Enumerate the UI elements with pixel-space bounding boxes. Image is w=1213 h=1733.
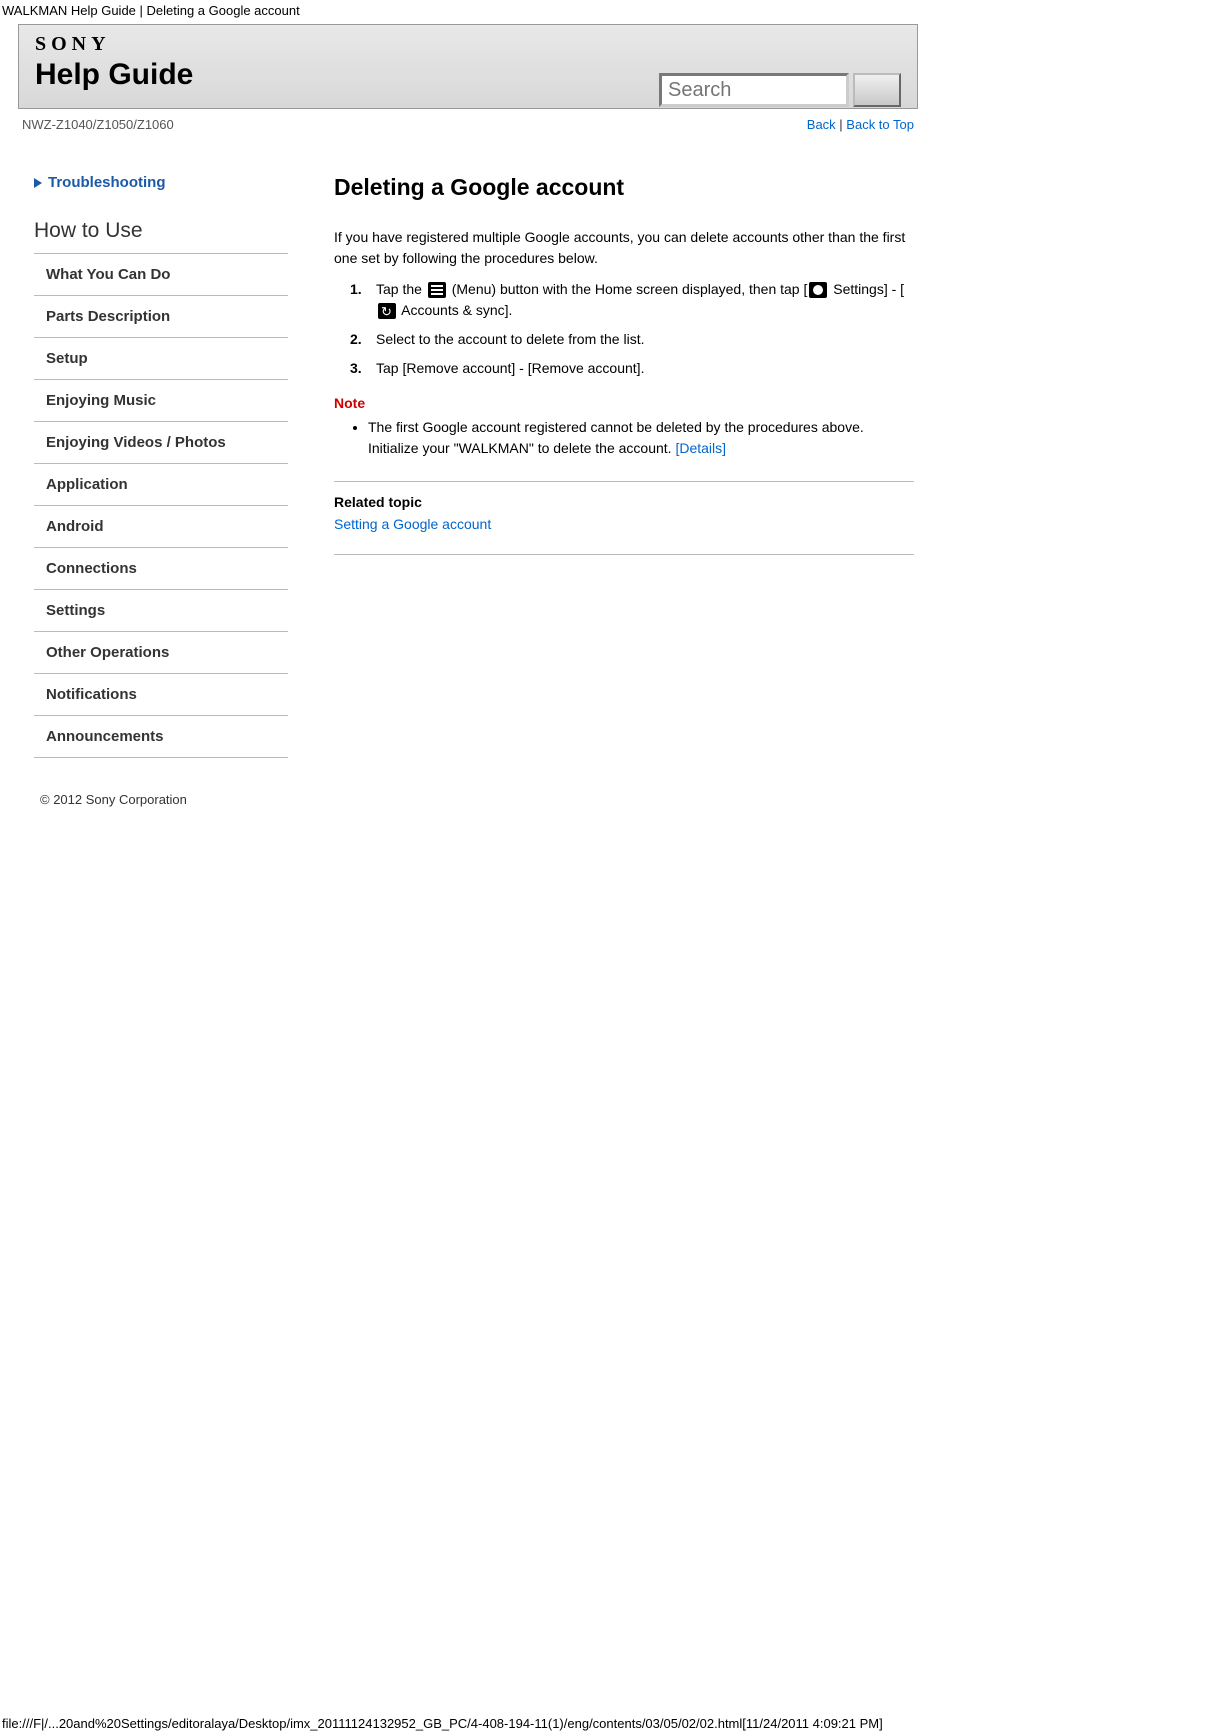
- howto-title: How to Use: [34, 219, 288, 254]
- content-area: Deleting a Google account If you have re…: [298, 174, 918, 758]
- sidebar-item-announcements[interactable]: Announcements: [34, 716, 288, 758]
- sidebar-item-label[interactable]: Setup: [34, 338, 288, 379]
- sidebar-item-label[interactable]: Other Operations: [34, 632, 288, 673]
- back-link[interactable]: Back: [807, 117, 836, 132]
- sidebar-item-label[interactable]: Announcements: [34, 716, 288, 757]
- divider: [334, 481, 914, 482]
- sidebar: Troubleshooting How to Use What You Can …: [18, 174, 298, 758]
- sidebar-item-connections[interactable]: Connections: [34, 548, 288, 590]
- sync-icon: [378, 303, 396, 319]
- menu-icon: [428, 282, 446, 298]
- gear-icon: [809, 282, 827, 298]
- link-separator: |: [836, 117, 847, 132]
- troubleshooting-row[interactable]: Troubleshooting: [34, 174, 288, 191]
- step-text: Settings] - [: [829, 281, 904, 297]
- sidebar-item-label[interactable]: Enjoying Music: [34, 380, 288, 421]
- step-number: 1.: [350, 279, 370, 321]
- search-area: [659, 73, 901, 107]
- sidebar-item-android[interactable]: Android: [34, 506, 288, 548]
- search-input[interactable]: [659, 73, 849, 107]
- note-text: The first Google account registered cann…: [368, 419, 864, 456]
- outer-container: SONY Help Guide NWZ-Z1040/Z1050/Z1060 Ba…: [18, 24, 918, 807]
- sidebar-item-application[interactable]: Application: [34, 464, 288, 506]
- sidebar-item-label[interactable]: What You Can Do: [34, 254, 288, 295]
- footer-file-path: file:///F|/...20and%20Settings/editorala…: [2, 1716, 1211, 1731]
- step-body: Tap the (Menu) button with the Home scre…: [376, 279, 914, 321]
- sub-bar: NWZ-Z1040/Z1050/Z1060 Back | Back to Top: [18, 109, 918, 132]
- divider: [334, 554, 914, 555]
- sidebar-item-settings[interactable]: Settings: [34, 590, 288, 632]
- sidebar-item-label[interactable]: Settings: [34, 590, 288, 631]
- sidebar-item-label[interactable]: Android: [34, 506, 288, 547]
- related-topic-link[interactable]: Setting a Google account: [334, 516, 491, 532]
- note-item: The first Google account registered cann…: [368, 417, 914, 459]
- details-link[interactable]: [Details]: [675, 440, 726, 456]
- sidebar-item-label[interactable]: Enjoying Videos / Photos: [34, 422, 288, 463]
- intro-text: If you have registered multiple Google a…: [334, 227, 914, 269]
- step-text: (Menu) button with the Home screen displ…: [448, 281, 808, 297]
- step-text: Accounts & sync].: [398, 302, 512, 318]
- step-body: Tap [Remove account] - [Remove account].: [376, 358, 914, 379]
- note-label: Note: [334, 395, 914, 411]
- related-topic-title: Related topic: [334, 494, 914, 510]
- page-title: Deleting a Google account: [334, 174, 914, 201]
- page-header-text: WALKMAN Help Guide | Deleting a Google a…: [0, 0, 1213, 24]
- step-body: Select to the account to delete from the…: [376, 329, 914, 350]
- troubleshooting-link[interactable]: Troubleshooting: [48, 174, 166, 191]
- step-text: Tap the: [376, 281, 426, 297]
- model-number: NWZ-Z1040/Z1050/Z1060: [22, 117, 174, 132]
- step-2: 2. Select to the account to delete from …: [350, 329, 914, 350]
- step-3: 3. Tap [Remove account] - [Remove accoun…: [350, 358, 914, 379]
- search-button[interactable]: [853, 73, 901, 107]
- sidebar-item-what-you-can-do[interactable]: What You Can Do: [34, 254, 288, 296]
- sidebar-item-label[interactable]: Application: [34, 464, 288, 505]
- nav-links: Back | Back to Top: [807, 117, 914, 132]
- sidebar-item-enjoying-music[interactable]: Enjoying Music: [34, 380, 288, 422]
- note-list: The first Google account registered cann…: [334, 417, 914, 459]
- step-1: 1. Tap the (Menu) button with the Home s…: [350, 279, 914, 321]
- sidebar-item-label[interactable]: Connections: [34, 548, 288, 589]
- step-number: 3.: [350, 358, 370, 379]
- sidebar-item-other-operations[interactable]: Other Operations: [34, 632, 288, 674]
- main-wrap: Troubleshooting How to Use What You Can …: [18, 174, 918, 758]
- sony-logo: SONY: [35, 33, 901, 56]
- sidebar-item-label[interactable]: Notifications: [34, 674, 288, 715]
- arrow-right-icon: [34, 178, 42, 188]
- header-box: SONY Help Guide: [18, 24, 918, 109]
- back-to-top-link[interactable]: Back to Top: [846, 117, 914, 132]
- step-number: 2.: [350, 329, 370, 350]
- sidebar-item-parts-description[interactable]: Parts Description: [34, 296, 288, 338]
- nav-list: What You Can Do Parts Description Setup …: [34, 254, 288, 758]
- sidebar-item-enjoying-videos-photos[interactable]: Enjoying Videos / Photos: [34, 422, 288, 464]
- sidebar-item-notifications[interactable]: Notifications: [34, 674, 288, 716]
- copyright: © 2012 Sony Corporation: [40, 792, 918, 807]
- sidebar-item-label[interactable]: Parts Description: [34, 296, 288, 337]
- sidebar-item-setup[interactable]: Setup: [34, 338, 288, 380]
- steps-list: 1. Tap the (Menu) button with the Home s…: [334, 279, 914, 379]
